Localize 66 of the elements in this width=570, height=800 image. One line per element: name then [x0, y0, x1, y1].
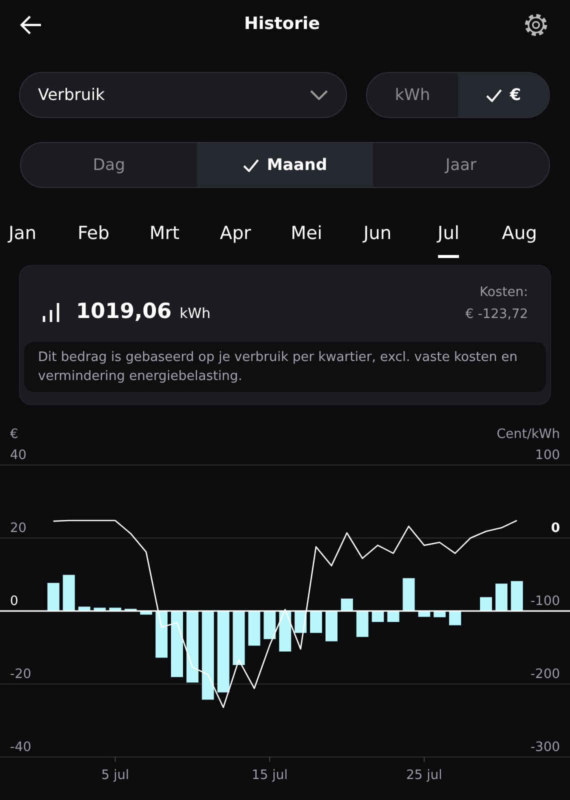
- chevron-down-icon: [310, 90, 328, 100]
- bar: [449, 611, 462, 626]
- y-axis-title: Cent/kWh: [496, 427, 560, 442]
- month-tab[interactable]: Jan: [8, 212, 36, 258]
- bar: [62, 574, 75, 611]
- bar: [372, 611, 384, 622]
- y-axis-title: €: [10, 427, 18, 442]
- y-axis-label: 0: [10, 594, 18, 609]
- month-tab[interactable]: Jun: [363, 212, 392, 258]
- month-tab[interactable]: Jul: [438, 212, 460, 258]
- x-axis-label: 5 jul: [101, 768, 130, 783]
- bar: [480, 597, 492, 611]
- y-axis-label: 100: [535, 448, 560, 463]
- bar: [356, 611, 368, 637]
- bar-chart-icon: [42, 302, 60, 322]
- month-tab[interactable]: Mrt: [150, 212, 180, 258]
- page-title: Historie: [244, 13, 320, 36]
- month-tab[interactable]: Apr: [220, 212, 252, 258]
- unit-option[interactable]: kWh: [367, 73, 458, 117]
- y-axis-label: 40: [10, 448, 27, 463]
- x-axis-label: 25 jul: [406, 768, 442, 783]
- bar: [264, 611, 276, 640]
- bar: [402, 578, 415, 611]
- y-axis-label: 0: [550, 521, 560, 536]
- bar: [124, 608, 137, 611]
- y-axis-label: -40: [10, 740, 32, 755]
- x-axis-label: 15 jul: [252, 768, 288, 783]
- y-axis-label: -300: [530, 740, 560, 755]
- y-axis-label: -200: [530, 667, 560, 682]
- bar: [510, 581, 523, 611]
- unit-option[interactable]: €: [458, 73, 549, 117]
- usage-value: 1019,06: [76, 298, 172, 325]
- info-note: Dit bedrag is gebaseerd op je verbruik per kwartier, excl. vaste kosten en vermindering energiebelasting.: [24, 342, 546, 392]
- type-dropdown[interactable]: Verbruik: [19, 72, 347, 118]
- bar: [140, 611, 152, 615]
- bar: [495, 584, 508, 611]
- check-icon: [242, 158, 259, 172]
- back-arrow-icon[interactable]: [20, 15, 42, 35]
- bar: [279, 611, 292, 652]
- month-tab[interactable]: Mei: [290, 212, 322, 258]
- bar: [340, 598, 353, 611]
- y-axis-label: -100: [530, 594, 560, 609]
- y-axis-label: 20: [10, 521, 27, 536]
- period-tab[interactable]: Maand: [197, 143, 373, 187]
- bar: [326, 611, 338, 642]
- bar: [47, 582, 60, 611]
- bar: [94, 608, 106, 611]
- month-tab[interactable]: Aug: [502, 212, 538, 258]
- bar: [232, 611, 245, 666]
- bar: [186, 611, 198, 683]
- bar: [418, 611, 430, 617]
- bar: [109, 608, 122, 611]
- check-icon: [486, 88, 502, 102]
- bar: [171, 611, 183, 678]
- bar: [78, 606, 90, 611]
- period-tab[interactable]: Jaar: [373, 143, 549, 187]
- cost-label: Kosten:: [478, 284, 528, 302]
- bar: [310, 611, 322, 633]
- y-axis-label: -20: [10, 667, 32, 682]
- period-tab[interactable]: Dag: [21, 143, 197, 187]
- month-tab[interactable]: Feb: [78, 212, 110, 258]
- bar: [156, 611, 168, 658]
- cost-value: € -123,72: [465, 306, 528, 324]
- bar: [387, 611, 400, 622]
- usage-unit: kWh: [180, 305, 210, 324]
- bar: [248, 611, 260, 646]
